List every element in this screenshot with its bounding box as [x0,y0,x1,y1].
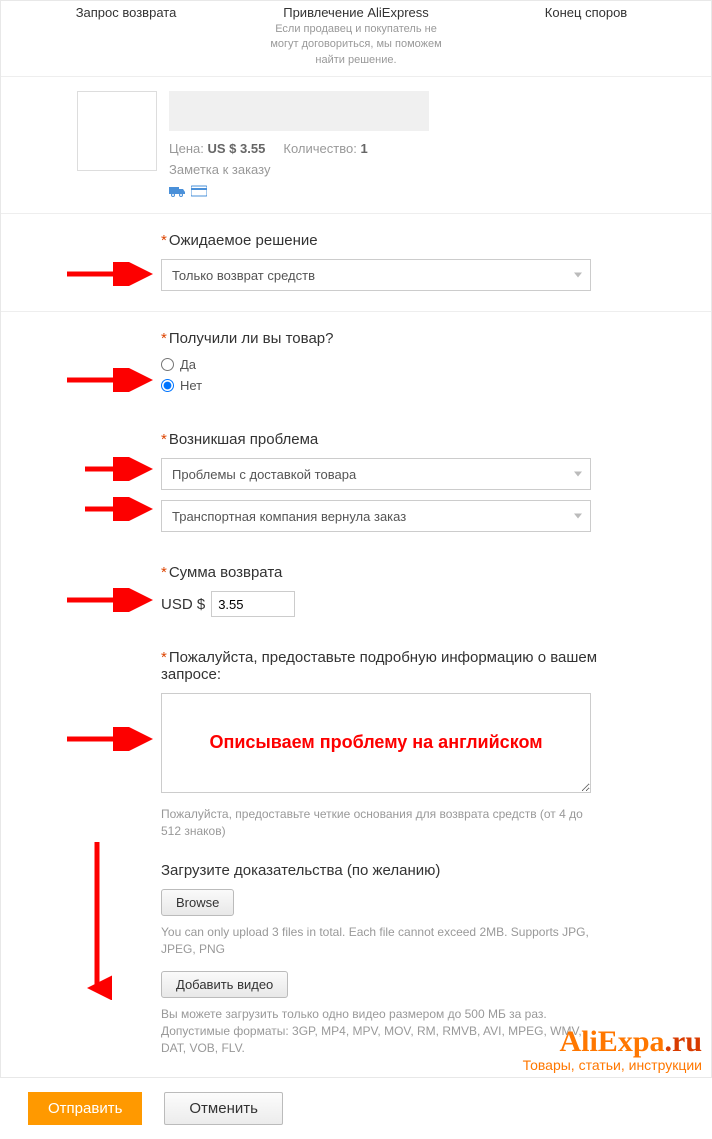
step-3: Конец споров [471,5,701,68]
annotation-arrow [65,262,155,286]
truck-icon [169,185,185,197]
product-section: Цена: US $ 3.55 Количество: 1 Заметка к … [1,76,711,213]
price-label: Цена: [169,141,204,156]
video-hint: Вы можете загрузить только одно видео ра… [161,1006,591,1056]
step-title: Запрос возврата [11,5,241,20]
radio-yes[interactable]: Да [161,357,697,372]
product-title-placeholder [169,91,429,131]
amount-input[interactable] [211,591,295,617]
detail-hint: Пожалуйста, предоставьте четкие основани… [161,806,591,840]
radio-no-label: Нет [180,378,202,393]
card-icon [191,185,207,197]
icons-row [169,185,697,197]
bottom-buttons: Отправить Отменить [0,1078,712,1139]
expected-solution-label: *Ожидаемое решение [161,232,697,249]
product-info: Цена: US $ 3.55 Количество: 1 Заметка к … [169,91,697,197]
problem-select-1[interactable]: Проблемы с доставкой товара [161,458,591,490]
expected-solution-block: *Ожидаемое решение Только возврат средст… [1,213,711,311]
chevron-down-icon [574,514,582,519]
order-note-label: Заметка к заказу [169,162,697,177]
annotation-arrow [65,368,155,392]
problem-label: *Возникшая проблема [161,431,697,448]
amount-block: *Сумма возврата USD $ [1,552,711,637]
step-title: Привлечение AliExpress [241,5,471,20]
cancel-button[interactable]: Отменить [164,1092,283,1125]
annotation-arrow [65,588,155,612]
expected-solution-select[interactable]: Только возврат средств [161,259,591,291]
qty-label: Количество: [283,141,356,156]
radio-no-input[interactable] [161,379,174,392]
radio-yes-label: Да [180,357,196,372]
amount-label: *Сумма возврата [161,564,697,581]
evidence-label: Загрузите доказательства (по желанию) [161,862,697,879]
detail-label: *Пожалуйста, предоставьте подробную инфо… [161,649,601,683]
product-thumbnail [77,91,157,171]
amount-row: USD $ [161,591,697,617]
detail-textarea[interactable] [161,693,591,793]
submit-button[interactable]: Отправить [28,1092,142,1125]
price-row: Цена: US $ 3.55 Количество: 1 [169,141,697,156]
radio-yes-input[interactable] [161,358,174,371]
browse-button[interactable]: Browse [161,889,234,916]
step-2: Привлечение AliExpress Если продавец и п… [241,5,471,68]
annotation-arrow [83,457,155,481]
price-value: US $ 3.55 [208,141,266,156]
step-title: Конец споров [471,5,701,20]
dispute-form-container: Запрос возврата Привлечение AliExpress Е… [0,0,712,1078]
chevron-down-icon [574,273,582,278]
received-block: *Получили ли вы товар? Да Нет [1,311,711,419]
amount-currency: USD $ [161,596,205,613]
problem-block: *Возникшая проблема Проблемы с доставкой… [1,419,711,552]
received-label: *Получили ли вы товар? [161,330,697,347]
annotation-arrow [65,727,155,751]
radio-no[interactable]: Нет [161,378,697,393]
steps-row: Запрос возврата Привлечение AliExpress Е… [1,1,711,76]
textarea-wrap: Описываем проблему на английском [161,693,697,798]
upload-hint: You can only upload 3 files in total. Ea… [161,924,591,958]
step-1: Запрос возврата [11,5,241,68]
select-value: Только возврат средств [172,268,315,283]
chevron-down-icon [574,472,582,477]
step-subtitle: Если продавец и покупатель не могут дого… [266,22,446,68]
select-value: Транспортная компания вернула заказ [172,509,406,524]
detail-block: *Пожалуйста, предоставьте подробную инфо… [1,637,711,1077]
select-value: Проблемы с доставкой товара [172,467,356,482]
annotation-arrow [83,497,155,521]
qty-value: 1 [360,141,367,156]
add-video-button[interactable]: Добавить видео [161,971,288,998]
problem-select-2[interactable]: Транспортная компания вернула заказ [161,500,591,532]
